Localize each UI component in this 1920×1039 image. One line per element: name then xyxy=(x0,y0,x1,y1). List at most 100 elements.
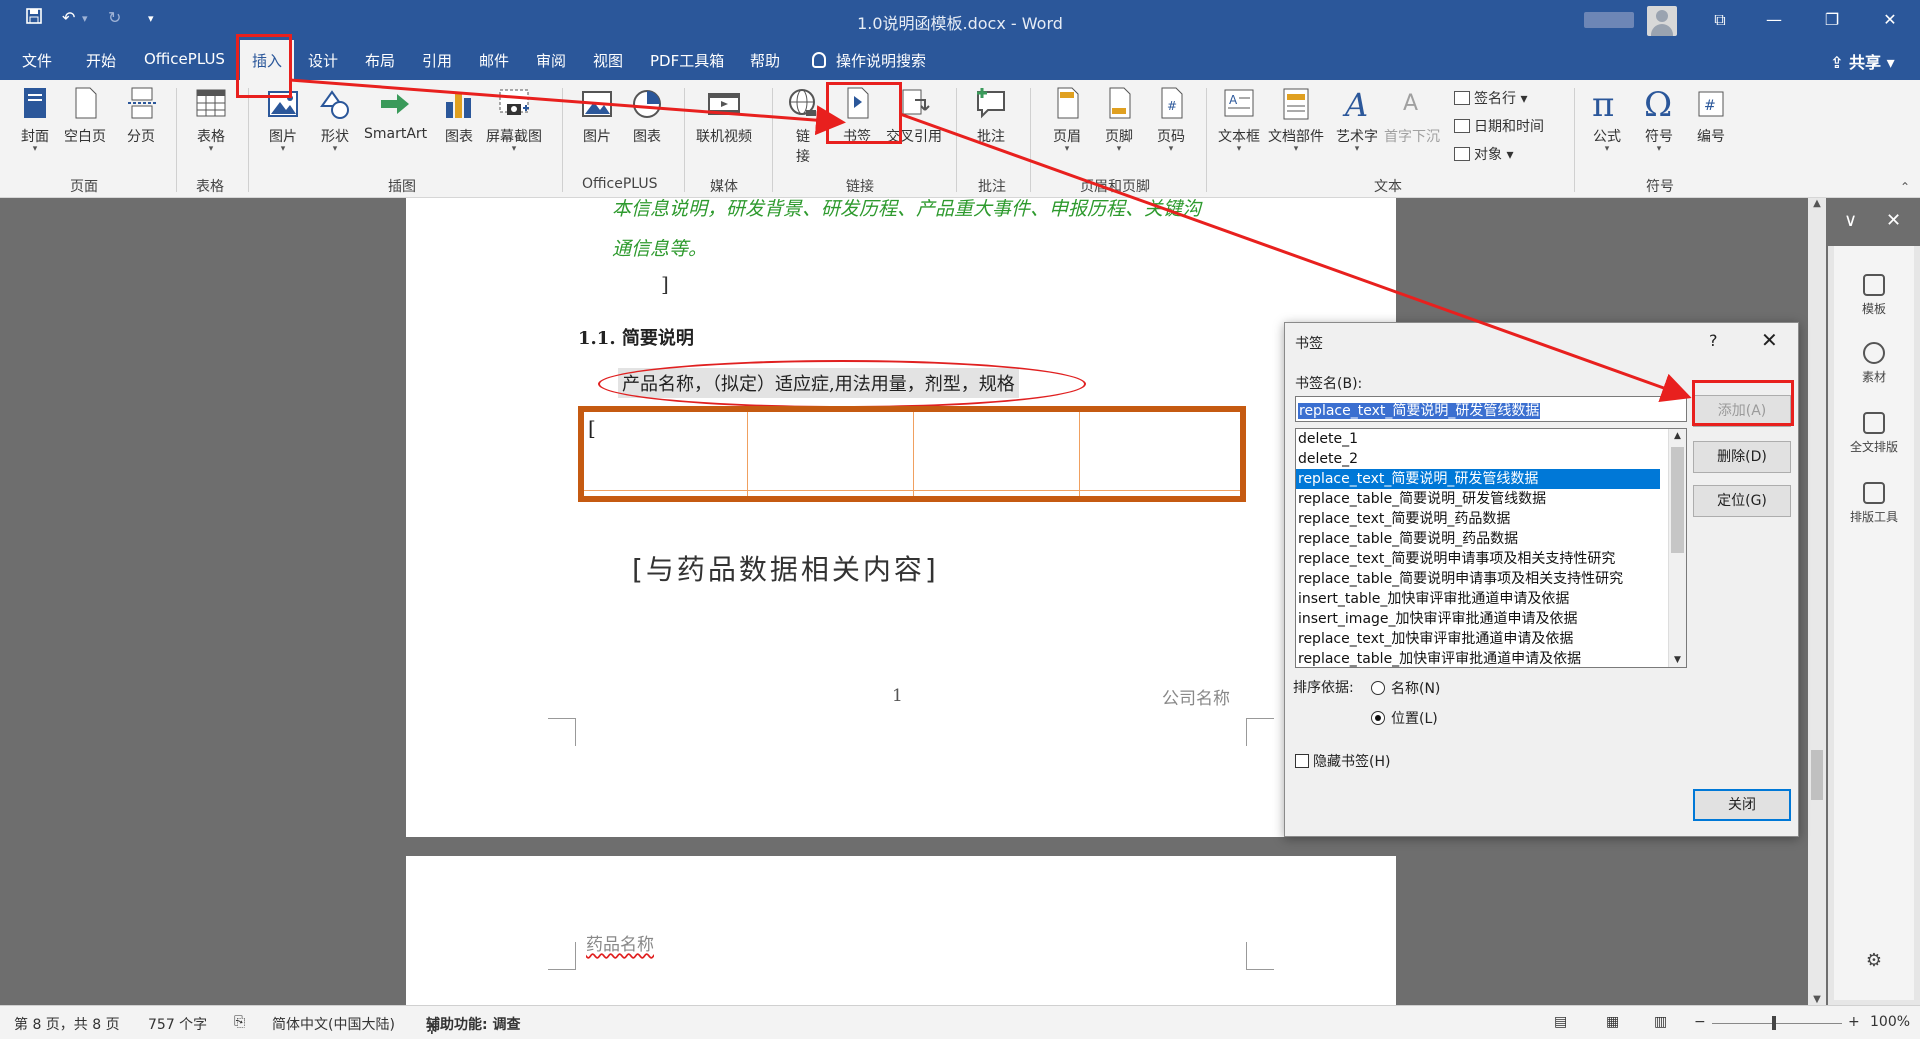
close-window-button[interactable]: ✕ xyxy=(1870,6,1910,34)
pane-item-full-layout[interactable]: 全文排版 xyxy=(1834,412,1914,455)
list-item[interactable]: replace_table_简要说明_药品数据 xyxy=(1296,529,1660,549)
avatar[interactable] xyxy=(1647,6,1677,36)
accessibility-status[interactable]: ✲ 辅助功能: 调查 xyxy=(426,1014,520,1038)
list-item[interactable]: replace_text_加快审评审批通道申请及依据 xyxy=(1296,629,1660,649)
closing-bracket: ] xyxy=(661,272,669,296)
tab-references[interactable]: 引用 xyxy=(422,50,452,71)
link-button[interactable]: 链接 xyxy=(786,86,820,166)
officeplus-chart-button[interactable]: 图表 xyxy=(630,86,664,146)
equation-button[interactable]: π 公式 ▾ xyxy=(1590,85,1624,154)
list-item[interactable]: replace_table_简要说明申请事项及相关支持性研究 xyxy=(1296,569,1660,589)
tab-layout[interactable]: 布局 xyxy=(365,50,395,71)
blank-page-button[interactable]: 空白页 xyxy=(64,86,106,146)
share-button[interactable]: ⇪ 共享 ▾ xyxy=(1830,49,1895,73)
document-scrollbar[interactable]: ▲ ▼ xyxy=(1808,198,1826,1005)
shapes-button[interactable]: 形状 ▾ xyxy=(318,86,352,154)
pane-collapse-icon[interactable]: ∨ xyxy=(1844,210,1857,231)
delete-bookmark-button[interactable]: 删除(D) xyxy=(1693,441,1791,473)
hidden-bookmarks-checkbox[interactable]: 隐藏书签(H) xyxy=(1295,751,1390,771)
object-button[interactable]: 对象 ▾ xyxy=(1454,144,1513,164)
chart-button[interactable]: 图表 xyxy=(442,86,476,146)
header-button[interactable]: 页眉 ▾ xyxy=(1050,86,1084,154)
help-icon[interactable]: ? xyxy=(1709,331,1718,350)
collapse-ribbon-icon[interactable]: ⌃ xyxy=(1900,180,1910,194)
pane-item-materials[interactable]: 素材 xyxy=(1834,342,1914,385)
document-page-2[interactable]: 药品名称 xyxy=(406,856,1396,1005)
list-item[interactable]: insert_image_加快审评审批通道申请及依据 xyxy=(1296,609,1660,629)
tab-home[interactable]: 开始 xyxy=(86,50,116,71)
text-box-button[interactable]: A 文本框 ▾ xyxy=(1218,86,1260,154)
list-scroll-up-icon[interactable]: ▲ xyxy=(1669,431,1686,441)
zoom-out-icon[interactable]: − xyxy=(1694,1014,1706,1030)
tab-mailings[interactable]: 邮件 xyxy=(479,50,509,71)
language[interactable]: 简体中文(中国大陆) xyxy=(272,1014,395,1034)
zoom-level[interactable]: 100% xyxy=(1870,1014,1910,1030)
list-item[interactable]: replace_text_简要说明申请事项及相关支持性研究 xyxy=(1296,549,1660,569)
footer-button[interactable]: 页脚 ▾ xyxy=(1102,86,1136,154)
numbering-button[interactable]: # 编号 xyxy=(1694,86,1728,146)
sort-by-location-radio[interactable]: 位置(L) xyxy=(1371,708,1438,728)
quick-parts-button[interactable]: 文档部件 ▾ xyxy=(1268,86,1324,154)
pane-item-templates[interactable]: 模板 xyxy=(1834,274,1914,317)
cover-page-button[interactable]: 封面 ▾ xyxy=(18,86,52,154)
drop-cap-button[interactable]: A 首字下沉 xyxy=(1384,86,1440,146)
screenshot-button[interactable]: 屏幕截图 ▾ xyxy=(486,86,542,154)
tab-pdf-tools[interactable]: PDF工具箱 xyxy=(650,50,724,71)
print-layout-icon[interactable]: ▦ xyxy=(1606,1014,1619,1030)
zoom-slider-thumb[interactable] xyxy=(1772,1016,1776,1030)
pane-settings-icon[interactable]: ⚙ xyxy=(1834,950,1914,971)
zoom-in-icon[interactable]: + xyxy=(1848,1014,1860,1030)
scroll-up-icon[interactable]: ▲ xyxy=(1808,198,1826,209)
tab-file[interactable]: 文件 xyxy=(22,50,52,71)
zoom-slider[interactable] xyxy=(1712,1023,1842,1024)
smartart-button[interactable]: SmartArt xyxy=(364,86,427,142)
table-button[interactable]: 表格 ▾ xyxy=(194,86,228,154)
list-item[interactable]: replace_table_简要说明_研发管线数据 xyxy=(1296,489,1660,509)
minimize-button[interactable]: — xyxy=(1754,6,1794,34)
ribbon-display-options-icon[interactable]: ⧉ xyxy=(1700,6,1740,34)
online-video-button[interactable]: 联机视频 xyxy=(696,86,752,146)
scroll-thumb[interactable] xyxy=(1811,750,1823,800)
restore-button[interactable]: ❐ xyxy=(1812,6,1852,34)
read-mode-icon[interactable]: ▤ xyxy=(1554,1014,1567,1030)
web-layout-icon[interactable]: ▥ xyxy=(1654,1014,1667,1030)
symbol-button[interactable]: Ω 符号 ▾ xyxy=(1642,85,1676,154)
tab-officeplus[interactable]: OfficePLUS xyxy=(144,50,225,68)
sort-by-name-radio[interactable]: 名称(N) xyxy=(1371,678,1440,698)
wordart-button[interactable]: A 艺术字 ▾ xyxy=(1336,86,1378,154)
list-item[interactable]: insert_table_加快审评审批通道申请及依据 xyxy=(1296,589,1660,609)
tab-help[interactable]: 帮助 xyxy=(750,50,780,71)
page-break-button[interactable]: 分页 xyxy=(124,86,158,146)
list-item[interactable]: delete_1 xyxy=(1296,429,1660,449)
tab-review[interactable]: 审阅 xyxy=(536,50,566,71)
list-item-selected[interactable]: replace_text_简要说明_研发管线数据 xyxy=(1296,469,1660,489)
pane-item-layout-tools[interactable]: 排版工具 xyxy=(1834,482,1914,525)
blank-page-icon xyxy=(68,86,102,122)
scroll-down-icon[interactable]: ▼ xyxy=(1808,994,1826,1005)
page-count[interactable]: 第 8 页，共 8 页 xyxy=(14,1014,120,1034)
officeplus-picture-button[interactable]: 图片 xyxy=(580,86,614,146)
signature-line-button[interactable]: 签名行 ▾ xyxy=(1454,88,1527,108)
goto-bookmark-button[interactable]: 定位(G) xyxy=(1693,485,1791,517)
bookmark-name-input[interactable]: replace_text_简要说明_研发管线数据 xyxy=(1295,396,1687,422)
proofing-icon[interactable]: ⎘ xyxy=(234,1014,245,1030)
list-scroll-thumb[interactable] xyxy=(1671,447,1684,553)
page-number-button[interactable]: # 页码 ▾ xyxy=(1154,86,1188,154)
date-time-button[interactable]: 日期和时间 xyxy=(1454,116,1544,136)
list-item[interactable]: replace_table_加快审评审批通道申请及依据 xyxy=(1296,649,1660,667)
document-page-1[interactable]: 本信息说明，研发背景、研发历程、产品重大事件、申报历程、关键沟 通信息等。 ] … xyxy=(406,198,1396,837)
bookmarked-table[interactable]: [ xyxy=(578,406,1246,502)
tab-design[interactable]: 设计 xyxy=(308,50,338,71)
bookmark-list[interactable]: delete_1 delete_2 replace_text_简要说明_研发管线… xyxy=(1295,428,1687,668)
comment-button[interactable]: 批注 xyxy=(974,86,1008,146)
list-item[interactable]: delete_2 xyxy=(1296,449,1660,469)
list-item[interactable]: replace_text_简要说明_药品数据 xyxy=(1296,509,1660,529)
list-scroll-down-icon[interactable]: ▼ xyxy=(1669,655,1686,665)
word-count[interactable]: 757 个字 xyxy=(148,1014,207,1034)
close-dialog-button[interactable]: 关闭 xyxy=(1693,789,1791,821)
pane-close-icon[interactable]: ✕ xyxy=(1886,210,1901,231)
close-icon[interactable]: ✕ xyxy=(1761,328,1778,352)
tab-view[interactable]: 视图 xyxy=(593,50,623,71)
list-scrollbar[interactable]: ▲ ▼ xyxy=(1668,429,1686,667)
tell-me-search[interactable]: 操作说明搜索 xyxy=(812,50,926,71)
